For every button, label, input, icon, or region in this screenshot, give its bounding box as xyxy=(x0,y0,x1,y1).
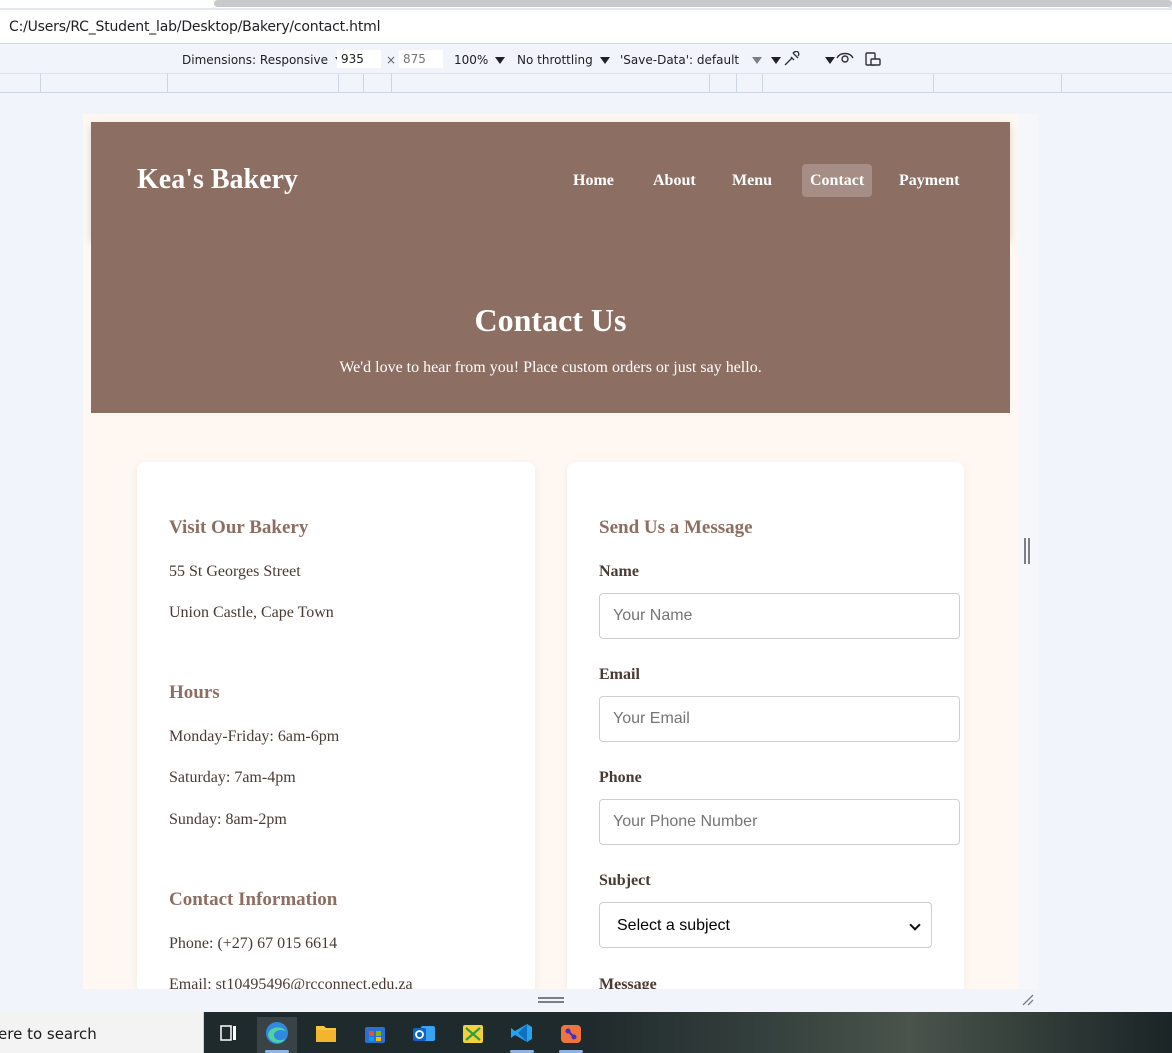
media-query-ruler[interactable] xyxy=(0,74,1172,93)
phone-label: Phone xyxy=(599,769,642,786)
ruler-divider xyxy=(338,74,339,93)
name-label: Name xyxy=(599,563,639,580)
dimensions-dropdown[interactable]: Dimensions: Responsive xyxy=(182,53,345,67)
rotate-device-icon[interactable] xyxy=(864,51,882,71)
nav-home[interactable]: Home xyxy=(565,164,622,197)
eyedropper-icon[interactable] xyxy=(782,50,800,71)
device-height-input[interactable] xyxy=(399,50,443,68)
github-desktop-icon[interactable] xyxy=(551,1017,591,1053)
address-line-2: Union Castle, Cape Town xyxy=(169,604,334,621)
throttling-dropdown[interactable]: No throttling xyxy=(517,53,610,67)
nav-about[interactable]: About xyxy=(645,164,704,197)
zoom-chevron-icon xyxy=(495,57,506,64)
throttling-chevron-icon xyxy=(599,57,610,64)
dimensions-label: Dimensions: Responsive xyxy=(182,53,328,67)
site-logo-text[interactable]: Kea's Bakery xyxy=(137,164,298,196)
address-bar[interactable]: C:/Users/RC_Student_lab/Desktop/Bakery/c… xyxy=(0,10,1172,44)
name-input[interactable] xyxy=(599,593,960,639)
ruler-divider xyxy=(709,74,710,93)
device-toolbar: Dimensions: Responsive × 100% No throttl… xyxy=(0,44,1172,74)
microsoft-store-icon[interactable] xyxy=(355,1017,395,1053)
windows-taskbar: ere to search xyxy=(0,1012,1172,1053)
throttling-label: No throttling xyxy=(517,53,593,67)
hours-saturday: Saturday: 7am-4pm xyxy=(169,769,296,786)
ruler-divider xyxy=(363,74,364,93)
contact-form-card: Send Us a Message Name Email Phone Subje… xyxy=(567,462,964,989)
phone-input[interactable] xyxy=(599,799,960,845)
vision-icon[interactable] xyxy=(836,51,854,69)
message-label: Message xyxy=(599,976,657,989)
device-width-input[interactable] xyxy=(337,50,381,68)
nav-menu[interactable]: Menu xyxy=(724,164,780,197)
ruler-divider xyxy=(167,74,168,93)
file-explorer-icon[interactable] xyxy=(306,1017,346,1053)
page-title: Contact Us xyxy=(474,302,627,338)
hero-banner: Contact Us We'd love to hear from you! P… xyxy=(91,239,1010,413)
outlook-icon[interactable] xyxy=(404,1017,444,1053)
bakery-site: Kea's Bakery Home About Menu Contact Pay… xyxy=(83,114,1018,989)
nav-payment[interactable]: Payment xyxy=(891,164,967,197)
ruler-divider xyxy=(736,74,737,93)
visit-heading: Visit Our Bakery xyxy=(169,517,309,538)
resize-handle-bottom[interactable] xyxy=(538,997,564,1003)
save-data-label: 'Save-Data': default xyxy=(620,53,740,67)
taskbar-wallpaper xyxy=(590,1012,1172,1053)
tab-strip xyxy=(0,0,1172,10)
taskbar-search-box[interactable]: ere to search xyxy=(0,1012,204,1053)
chevron-down-icon xyxy=(909,919,921,931)
eyedropper-chevron-icon[interactable] xyxy=(825,57,835,64)
snipping-tool-icon[interactable] xyxy=(453,1017,493,1053)
ruler-divider xyxy=(762,74,763,93)
edge-browser-icon[interactable] xyxy=(257,1017,297,1053)
site-header: Kea's Bakery Home About Menu Contact Pay… xyxy=(91,122,1010,239)
zoom-dropdown[interactable]: 100% xyxy=(454,53,506,67)
resize-corner-icon[interactable] xyxy=(1022,993,1034,1006)
info-card: Visit Our Bakery 55 St Georges Street Un… xyxy=(137,462,535,989)
hours-sunday: Sunday: 8am-2pm xyxy=(169,811,287,828)
save-data-chevron-icon xyxy=(752,57,763,64)
hero-subtitle: We'd love to hear from you! Place custom… xyxy=(339,359,762,376)
subject-label: Subject xyxy=(599,872,651,889)
email-input[interactable] xyxy=(599,696,960,742)
phone-text: Phone: (+27) 67 015 6614 xyxy=(169,935,338,952)
more-options-chevron-icon[interactable] xyxy=(771,57,781,64)
nav-contact[interactable]: Contact xyxy=(802,164,873,197)
address-text[interactable]: C:/Users/RC_Student_lab/Desktop/Bakery/c… xyxy=(9,19,380,35)
taskbar-search-text: ere to search xyxy=(0,1025,97,1043)
resize-handle-right[interactable] xyxy=(1024,538,1030,564)
email-text[interactable]: Email: st10495496@rcconnect.edu.za xyxy=(169,976,413,989)
address-line-1: 55 St Georges Street xyxy=(169,563,301,580)
ruler-divider xyxy=(1061,74,1062,93)
device-viewport-area: Kea's Bakery Home About Menu Contact Pay… xyxy=(0,94,1172,1012)
subject-select[interactable]: Select a subject xyxy=(599,902,932,948)
ruler-divider xyxy=(933,74,934,93)
form-heading: Send Us a Message xyxy=(599,517,753,538)
tab-strip-scroll-thumb[interactable] xyxy=(214,0,1172,7)
ruler-divider xyxy=(40,74,41,93)
emulated-page-frame: Kea's Bakery Home About Menu Contact Pay… xyxy=(83,114,1038,989)
vscode-icon[interactable] xyxy=(502,1017,542,1053)
task-view-icon[interactable] xyxy=(208,1017,248,1053)
email-label: Email xyxy=(599,666,640,683)
ruler-divider xyxy=(391,74,392,93)
contact-info-heading: Contact Information xyxy=(169,889,338,910)
hours-weekday: Monday-Friday: 6am-6pm xyxy=(169,728,340,745)
zoom-label: 100% xyxy=(454,53,489,67)
subject-selected-value: Select a subject xyxy=(617,917,730,934)
save-data-dropdown[interactable]: 'Save-Data': default xyxy=(620,53,763,67)
hours-heading: Hours xyxy=(169,682,220,703)
dimension-separator: × xyxy=(386,53,397,67)
